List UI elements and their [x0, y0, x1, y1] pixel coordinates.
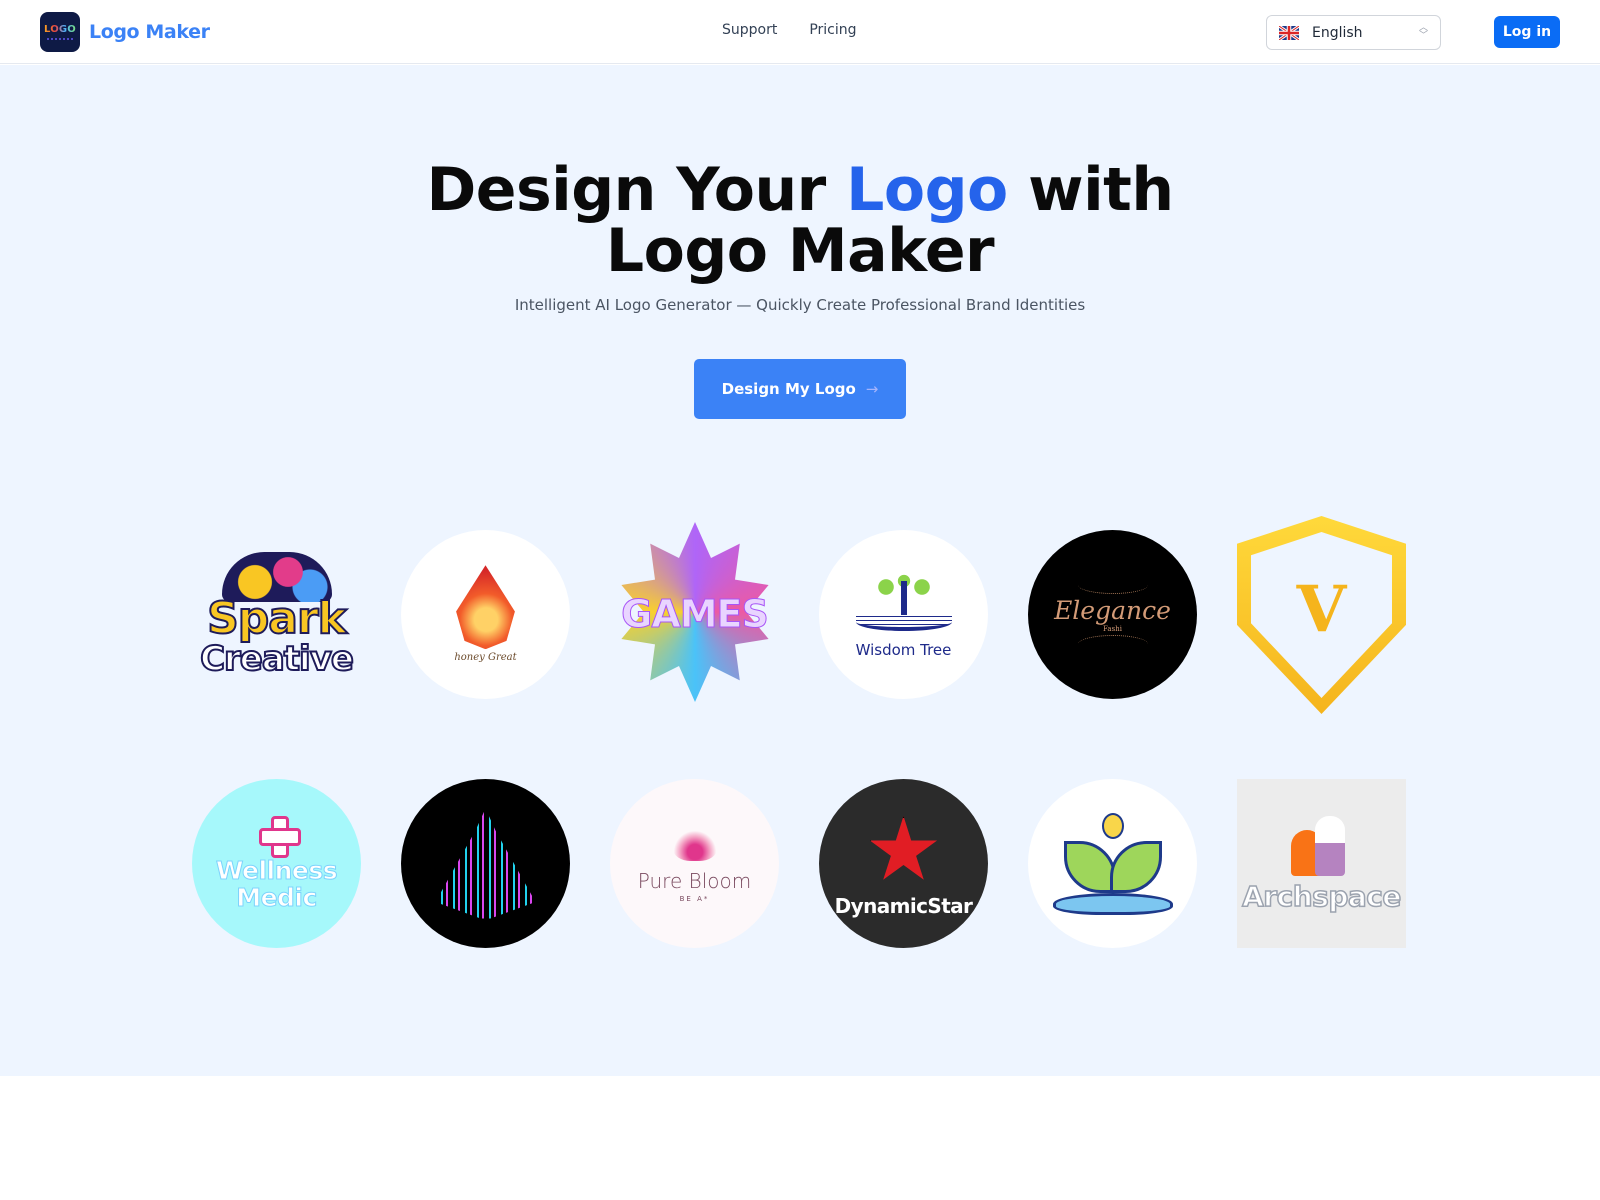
logo-example-archspace[interactable]: Archspace	[1237, 779, 1406, 948]
logo-text: Wisdom Tree	[855, 640, 952, 659]
brand-name: Logo Maker	[89, 21, 210, 43]
logo-example-eco-hand[interactable]	[1028, 779, 1197, 948]
arch-mark-icon	[1290, 815, 1353, 876]
logo-text: Wellness	[215, 856, 338, 886]
hero-title-accent: Logo	[846, 155, 1008, 225]
logo-text: Pure Bloom	[637, 868, 752, 893]
uk-flag-icon	[1279, 25, 1299, 40]
hero-title-part1: Design Your	[426, 155, 847, 225]
star-icon	[869, 816, 938, 880]
logo-gallery: Spark Creative honey Great GAMES Wisdom …	[192, 516, 1410, 1028]
logo-maker-app-icon: LOGO	[40, 12, 80, 52]
top-navbar: LOGO Logo Maker Support Pricing English …	[0, 0, 1600, 64]
logo-example-dynamicstar[interactable]: DynamicStar	[819, 779, 988, 948]
flower-icon	[665, 825, 725, 865]
logo-text: GAMES	[621, 591, 770, 636]
neon-lines-icon	[435, 808, 536, 919]
logo-subtext: BE A*	[679, 894, 710, 903]
nav-link-support[interactable]: Support	[722, 22, 777, 38]
logo-text: V	[1296, 571, 1347, 647]
tree-icon	[873, 570, 934, 615]
logo-example-neon-lines[interactable]	[401, 779, 570, 948]
hero-title: Design Your Logo with Logo Maker	[0, 160, 1600, 282]
logo-example-pure-bloom[interactable]: Pure Bloom BE A*	[610, 779, 779, 948]
arrow-right-icon: →	[865, 380, 879, 398]
logo-text: Creative	[199, 638, 355, 679]
language-select[interactable]: English ︿ ﹀	[1266, 15, 1441, 50]
brand-logo-link[interactable]: LOGO Logo Maker	[40, 12, 210, 52]
main-nav: Support Pricing	[722, 22, 857, 38]
logo-example-wellness-medic[interactable]: Wellness Medic	[192, 779, 361, 948]
nav-link-pricing[interactable]: Pricing	[809, 22, 856, 38]
logo-example-games[interactable]: GAMES	[610, 522, 779, 702]
water-hand-icon	[1052, 892, 1173, 915]
logo-example-wisdom-tree[interactable]: Wisdom Tree	[819, 530, 988, 699]
cta-label: Design My Logo	[721, 380, 856, 398]
chevron-up-down-icon: ︿ ﹀	[1418, 23, 1428, 41]
logo-example-elegance[interactable]: Elegance Fashi	[1028, 530, 1197, 699]
logo-text: honey Great	[454, 652, 517, 664]
flame-drop-icon	[456, 565, 515, 650]
logo-example-v-shield[interactable]: V	[1237, 516, 1406, 714]
hero-title-part2: with	[1007, 155, 1174, 225]
logo-text: Spark	[206, 592, 348, 644]
logo-text: DynamicStar	[834, 894, 973, 918]
login-button[interactable]: Log in	[1494, 16, 1560, 48]
logo-row-1: Spark Creative honey Great GAMES Wisdom …	[192, 516, 1410, 714]
logo-text: Archspace	[1241, 879, 1402, 913]
ornament-icon	[1077, 634, 1148, 653]
ornament-icon	[1077, 576, 1148, 595]
medical-cross-icon	[258, 816, 301, 859]
icon-decoration	[47, 37, 73, 40]
language-selected-value: English	[1312, 24, 1363, 41]
open-book-icon	[855, 612, 952, 631]
design-my-logo-button[interactable]: Design My Logo →	[694, 359, 906, 419]
logo-example-spark-creative[interactable]: Spark Creative	[192, 530, 361, 699]
hero-section: Design Your Logo with Logo Maker Intelli…	[0, 65, 1600, 1076]
logo-example-honey-great[interactable]: honey Great	[401, 530, 570, 699]
logo-subtext: Fashi	[1103, 624, 1122, 633]
hero-title-line2: Logo Maker	[605, 216, 995, 286]
logo-text: Medic	[236, 882, 318, 912]
logo-row-2: Wellness Medic Pure Bloom BE A* DynamicS…	[192, 779, 1410, 948]
hero-subtitle: Intelligent AI Logo Generator — Quickly …	[514, 296, 1086, 314]
leaves-icon	[1058, 831, 1168, 893]
logo-text: Elegance	[1054, 596, 1171, 626]
